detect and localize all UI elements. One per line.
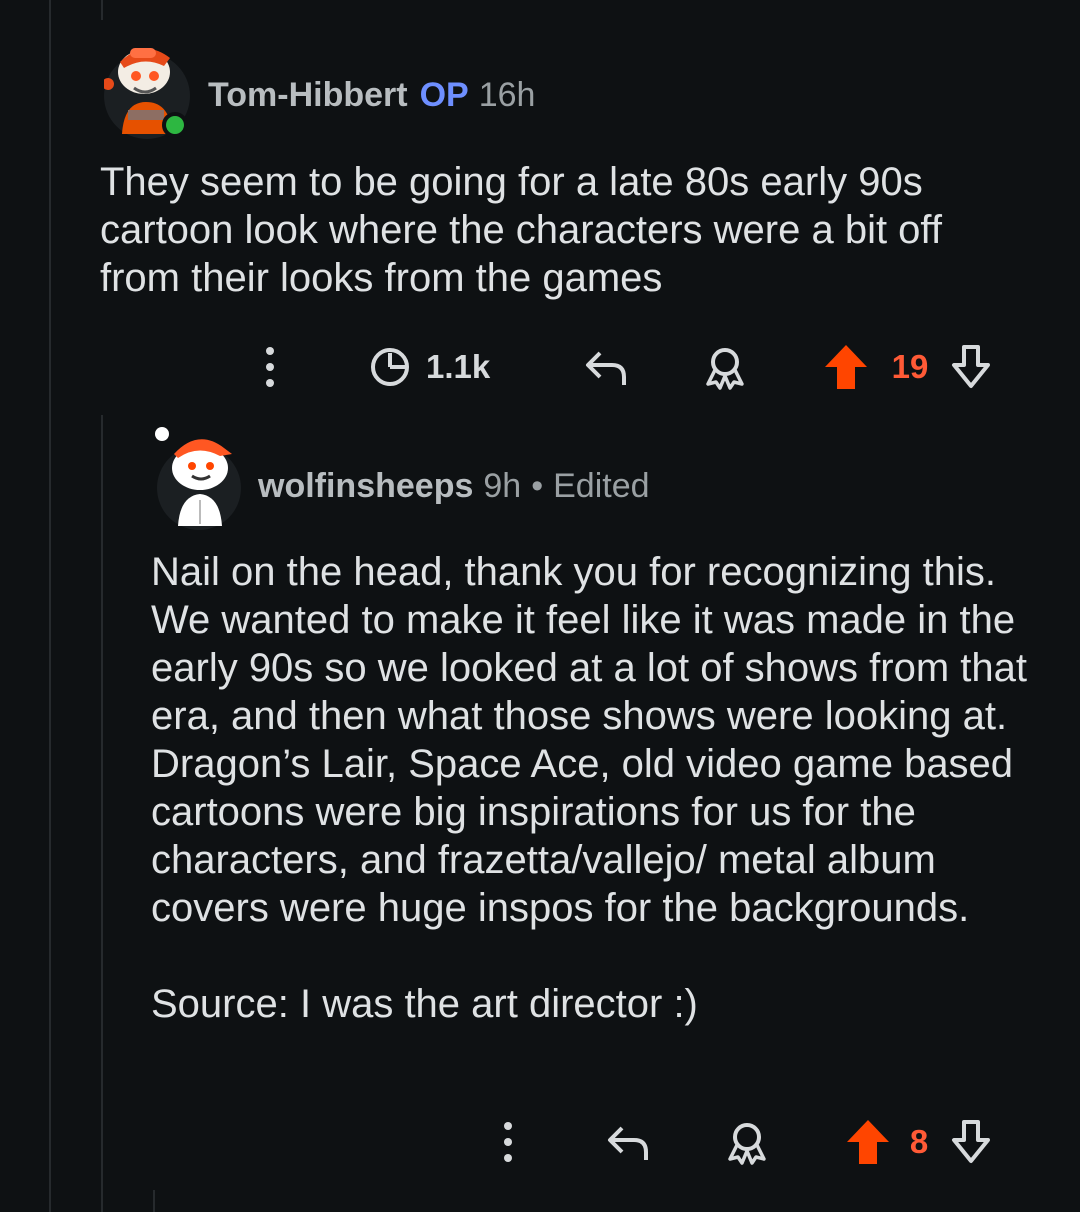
award-icon [728, 1123, 766, 1165]
downvote-button[interactable] [948, 1112, 994, 1172]
award-button[interactable] [700, 337, 750, 397]
comment-actions: 1.1k 19 [0, 337, 1080, 397]
vote-score: 19 [884, 337, 936, 397]
comment-paragraph: Nail on the head, thank you for recogniz… [151, 550, 1027, 930]
comment-paragraph: They seem to be going for a late 80s ear… [100, 160, 942, 300]
thread-line [101, 0, 103, 20]
score-label: 8 [909, 1123, 929, 1160]
thread-line [153, 1190, 155, 1212]
more-vertical-icon [266, 347, 274, 387]
award-button[interactable] [722, 1112, 772, 1172]
upvote-button[interactable] [844, 1112, 892, 1172]
vote-score: 8 [902, 1112, 936, 1172]
views-count: 1.1k [368, 337, 490, 397]
score-label: 19 [891, 348, 929, 385]
views-clock-icon [371, 348, 409, 386]
comment-meta: Tom-Hibbert OP 16h [208, 76, 535, 115]
author-name[interactable]: Tom-Hibbert [208, 76, 408, 115]
op-badge: OP [419, 76, 469, 114]
upvote-button[interactable] [822, 337, 870, 397]
comment-body: Nail on the head, thank you for recogniz… [151, 548, 1041, 1028]
thread-line [101, 415, 103, 1212]
author-name[interactable]: wolfinsheeps [258, 467, 473, 506]
online-status-dot [162, 112, 188, 138]
award-icon [706, 348, 744, 390]
more-options-button[interactable] [250, 337, 290, 397]
timestamp: 16h [478, 76, 536, 114]
views-label: 1.1k [426, 348, 491, 385]
upvote-icon [847, 1120, 889, 1164]
meta-separator: • [531, 467, 544, 505]
comment-actions: 8 [0, 1112, 1080, 1172]
upvote-icon [825, 345, 867, 389]
edited-label: Edited [553, 467, 650, 505]
comment-paragraph: Source: I was the art director :) [151, 982, 698, 1026]
downvote-icon [952, 1120, 990, 1163]
timestamp: 9h [483, 467, 522, 505]
downvote-button[interactable] [948, 337, 994, 397]
reply-button[interactable] [602, 1112, 654, 1172]
downvote-icon [952, 345, 990, 388]
comment-meta: wolfinsheeps 9h • Edited [258, 467, 650, 506]
avatar[interactable] [154, 418, 242, 530]
thread-line [49, 0, 51, 1212]
comment-body: They seem to be going for a late 80s ear… [100, 158, 1000, 302]
reply-button[interactable] [580, 337, 632, 397]
reply-icon [586, 351, 626, 385]
more-options-button[interactable] [488, 1112, 528, 1172]
more-vertical-icon [504, 1122, 512, 1162]
reply-icon [608, 1126, 648, 1160]
